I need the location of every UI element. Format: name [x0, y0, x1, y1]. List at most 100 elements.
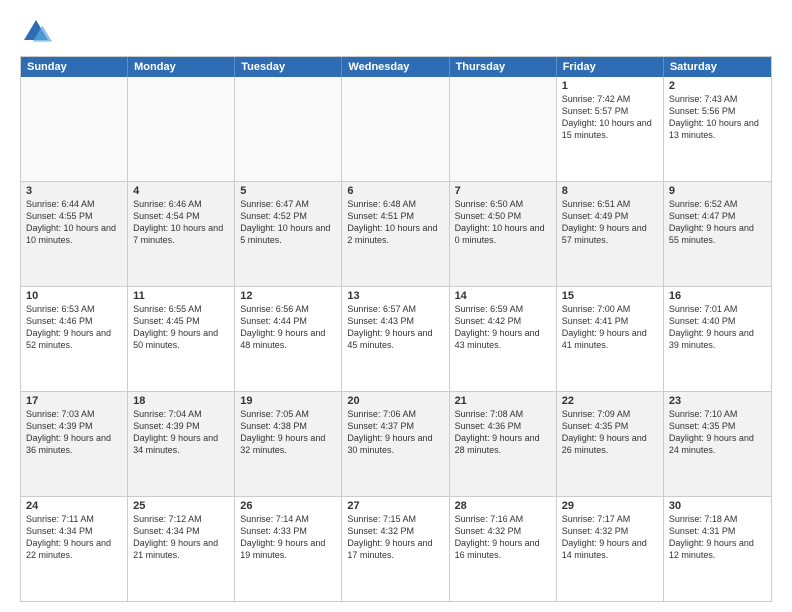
day-info: Sunrise: 6:50 AM Sunset: 4:50 PM Dayligh…: [455, 198, 551, 247]
day-info: Sunrise: 6:48 AM Sunset: 4:51 PM Dayligh…: [347, 198, 443, 247]
day-number: 27: [347, 500, 443, 512]
calendar-cell: 13Sunrise: 6:57 AM Sunset: 4:43 PM Dayli…: [342, 287, 449, 391]
day-info: Sunrise: 7:16 AM Sunset: 4:32 PM Dayligh…: [455, 513, 551, 562]
calendar-cell: [235, 77, 342, 181]
day-info: Sunrise: 7:04 AM Sunset: 4:39 PM Dayligh…: [133, 408, 229, 457]
calendar-header-cell: Friday: [557, 57, 664, 77]
day-info: Sunrise: 7:06 AM Sunset: 4:37 PM Dayligh…: [347, 408, 443, 457]
calendar: SundayMondayTuesdayWednesdayThursdayFrid…: [20, 56, 772, 602]
calendar-body: 1Sunrise: 7:42 AM Sunset: 5:57 PM Daylig…: [21, 77, 771, 601]
day-number: 28: [455, 500, 551, 512]
day-number: 16: [669, 290, 766, 302]
day-number: 23: [669, 395, 766, 407]
calendar-cell: 8Sunrise: 6:51 AM Sunset: 4:49 PM Daylig…: [557, 182, 664, 286]
day-number: 15: [562, 290, 658, 302]
page: SundayMondayTuesdayWednesdayThursdayFrid…: [0, 0, 792, 612]
day-number: 25: [133, 500, 229, 512]
logo: [20, 16, 56, 48]
day-info: Sunrise: 6:53 AM Sunset: 4:46 PM Dayligh…: [26, 303, 122, 352]
day-info: Sunrise: 7:12 AM Sunset: 4:34 PM Dayligh…: [133, 513, 229, 562]
calendar-cell: 9Sunrise: 6:52 AM Sunset: 4:47 PM Daylig…: [664, 182, 771, 286]
calendar-cell: 11Sunrise: 6:55 AM Sunset: 4:45 PM Dayli…: [128, 287, 235, 391]
calendar-header-cell: Sunday: [21, 57, 128, 77]
calendar-cell: 19Sunrise: 7:05 AM Sunset: 4:38 PM Dayli…: [235, 392, 342, 496]
day-number: 13: [347, 290, 443, 302]
calendar-cell: 30Sunrise: 7:18 AM Sunset: 4:31 PM Dayli…: [664, 497, 771, 601]
header: [20, 16, 772, 48]
calendar-cell: 1Sunrise: 7:42 AM Sunset: 5:57 PM Daylig…: [557, 77, 664, 181]
calendar-header-cell: Tuesday: [235, 57, 342, 77]
calendar-cell: 20Sunrise: 7:06 AM Sunset: 4:37 PM Dayli…: [342, 392, 449, 496]
calendar-cell: 12Sunrise: 6:56 AM Sunset: 4:44 PM Dayli…: [235, 287, 342, 391]
day-info: Sunrise: 6:55 AM Sunset: 4:45 PM Dayligh…: [133, 303, 229, 352]
calendar-cell: 15Sunrise: 7:00 AM Sunset: 4:41 PM Dayli…: [557, 287, 664, 391]
calendar-cell: 17Sunrise: 7:03 AM Sunset: 4:39 PM Dayli…: [21, 392, 128, 496]
calendar-cell: 24Sunrise: 7:11 AM Sunset: 4:34 PM Dayli…: [21, 497, 128, 601]
day-info: Sunrise: 7:09 AM Sunset: 4:35 PM Dayligh…: [562, 408, 658, 457]
calendar-cell: 21Sunrise: 7:08 AM Sunset: 4:36 PM Dayli…: [450, 392, 557, 496]
day-info: Sunrise: 7:03 AM Sunset: 4:39 PM Dayligh…: [26, 408, 122, 457]
day-info: Sunrise: 6:46 AM Sunset: 4:54 PM Dayligh…: [133, 198, 229, 247]
calendar-cell: [21, 77, 128, 181]
calendar-cell: 6Sunrise: 6:48 AM Sunset: 4:51 PM Daylig…: [342, 182, 449, 286]
day-info: Sunrise: 6:47 AM Sunset: 4:52 PM Dayligh…: [240, 198, 336, 247]
day-number: 5: [240, 185, 336, 197]
day-number: 26: [240, 500, 336, 512]
calendar-cell: 29Sunrise: 7:17 AM Sunset: 4:32 PM Dayli…: [557, 497, 664, 601]
day-info: Sunrise: 6:56 AM Sunset: 4:44 PM Dayligh…: [240, 303, 336, 352]
calendar-header-cell: Monday: [128, 57, 235, 77]
day-number: 7: [455, 185, 551, 197]
calendar-cell: 7Sunrise: 6:50 AM Sunset: 4:50 PM Daylig…: [450, 182, 557, 286]
logo-icon: [20, 16, 52, 48]
calendar-header-cell: Wednesday: [342, 57, 449, 77]
calendar-cell: 26Sunrise: 7:14 AM Sunset: 4:33 PM Dayli…: [235, 497, 342, 601]
day-number: 8: [562, 185, 658, 197]
day-number: 6: [347, 185, 443, 197]
calendar-cell: 5Sunrise: 6:47 AM Sunset: 4:52 PM Daylig…: [235, 182, 342, 286]
day-number: 14: [455, 290, 551, 302]
calendar-cell: [342, 77, 449, 181]
calendar-cell: 28Sunrise: 7:16 AM Sunset: 4:32 PM Dayli…: [450, 497, 557, 601]
day-number: 1: [562, 80, 658, 92]
day-info: Sunrise: 6:52 AM Sunset: 4:47 PM Dayligh…: [669, 198, 766, 247]
calendar-cell: 22Sunrise: 7:09 AM Sunset: 4:35 PM Dayli…: [557, 392, 664, 496]
day-number: 18: [133, 395, 229, 407]
day-info: Sunrise: 7:00 AM Sunset: 4:41 PM Dayligh…: [562, 303, 658, 352]
day-info: Sunrise: 7:15 AM Sunset: 4:32 PM Dayligh…: [347, 513, 443, 562]
calendar-cell: [450, 77, 557, 181]
day-info: Sunrise: 6:57 AM Sunset: 4:43 PM Dayligh…: [347, 303, 443, 352]
calendar-cell: 3Sunrise: 6:44 AM Sunset: 4:55 PM Daylig…: [21, 182, 128, 286]
day-info: Sunrise: 7:18 AM Sunset: 4:31 PM Dayligh…: [669, 513, 766, 562]
calendar-cell: [128, 77, 235, 181]
day-info: Sunrise: 7:05 AM Sunset: 4:38 PM Dayligh…: [240, 408, 336, 457]
calendar-header-cell: Thursday: [450, 57, 557, 77]
day-number: 3: [26, 185, 122, 197]
day-info: Sunrise: 7:08 AM Sunset: 4:36 PM Dayligh…: [455, 408, 551, 457]
calendar-header-cell: Saturday: [664, 57, 771, 77]
calendar-cell: 16Sunrise: 7:01 AM Sunset: 4:40 PM Dayli…: [664, 287, 771, 391]
day-info: Sunrise: 6:59 AM Sunset: 4:42 PM Dayligh…: [455, 303, 551, 352]
day-info: Sunrise: 7:14 AM Sunset: 4:33 PM Dayligh…: [240, 513, 336, 562]
calendar-row: 17Sunrise: 7:03 AM Sunset: 4:39 PM Dayli…: [21, 391, 771, 496]
day-info: Sunrise: 7:43 AM Sunset: 5:56 PM Dayligh…: [669, 93, 766, 142]
calendar-header: SundayMondayTuesdayWednesdayThursdayFrid…: [21, 57, 771, 77]
day-number: 30: [669, 500, 766, 512]
day-info: Sunrise: 7:17 AM Sunset: 4:32 PM Dayligh…: [562, 513, 658, 562]
day-number: 10: [26, 290, 122, 302]
calendar-cell: 27Sunrise: 7:15 AM Sunset: 4:32 PM Dayli…: [342, 497, 449, 601]
day-info: Sunrise: 7:42 AM Sunset: 5:57 PM Dayligh…: [562, 93, 658, 142]
day-number: 2: [669, 80, 766, 92]
calendar-cell: 10Sunrise: 6:53 AM Sunset: 4:46 PM Dayli…: [21, 287, 128, 391]
calendar-cell: 18Sunrise: 7:04 AM Sunset: 4:39 PM Dayli…: [128, 392, 235, 496]
day-number: 17: [26, 395, 122, 407]
calendar-row: 24Sunrise: 7:11 AM Sunset: 4:34 PM Dayli…: [21, 496, 771, 601]
day-info: Sunrise: 6:44 AM Sunset: 4:55 PM Dayligh…: [26, 198, 122, 247]
day-info: Sunrise: 7:01 AM Sunset: 4:40 PM Dayligh…: [669, 303, 766, 352]
day-number: 20: [347, 395, 443, 407]
calendar-cell: 23Sunrise: 7:10 AM Sunset: 4:35 PM Dayli…: [664, 392, 771, 496]
calendar-cell: 2Sunrise: 7:43 AM Sunset: 5:56 PM Daylig…: [664, 77, 771, 181]
calendar-row: 1Sunrise: 7:42 AM Sunset: 5:57 PM Daylig…: [21, 77, 771, 181]
calendar-cell: 14Sunrise: 6:59 AM Sunset: 4:42 PM Dayli…: [450, 287, 557, 391]
day-number: 22: [562, 395, 658, 407]
day-info: Sunrise: 7:10 AM Sunset: 4:35 PM Dayligh…: [669, 408, 766, 457]
